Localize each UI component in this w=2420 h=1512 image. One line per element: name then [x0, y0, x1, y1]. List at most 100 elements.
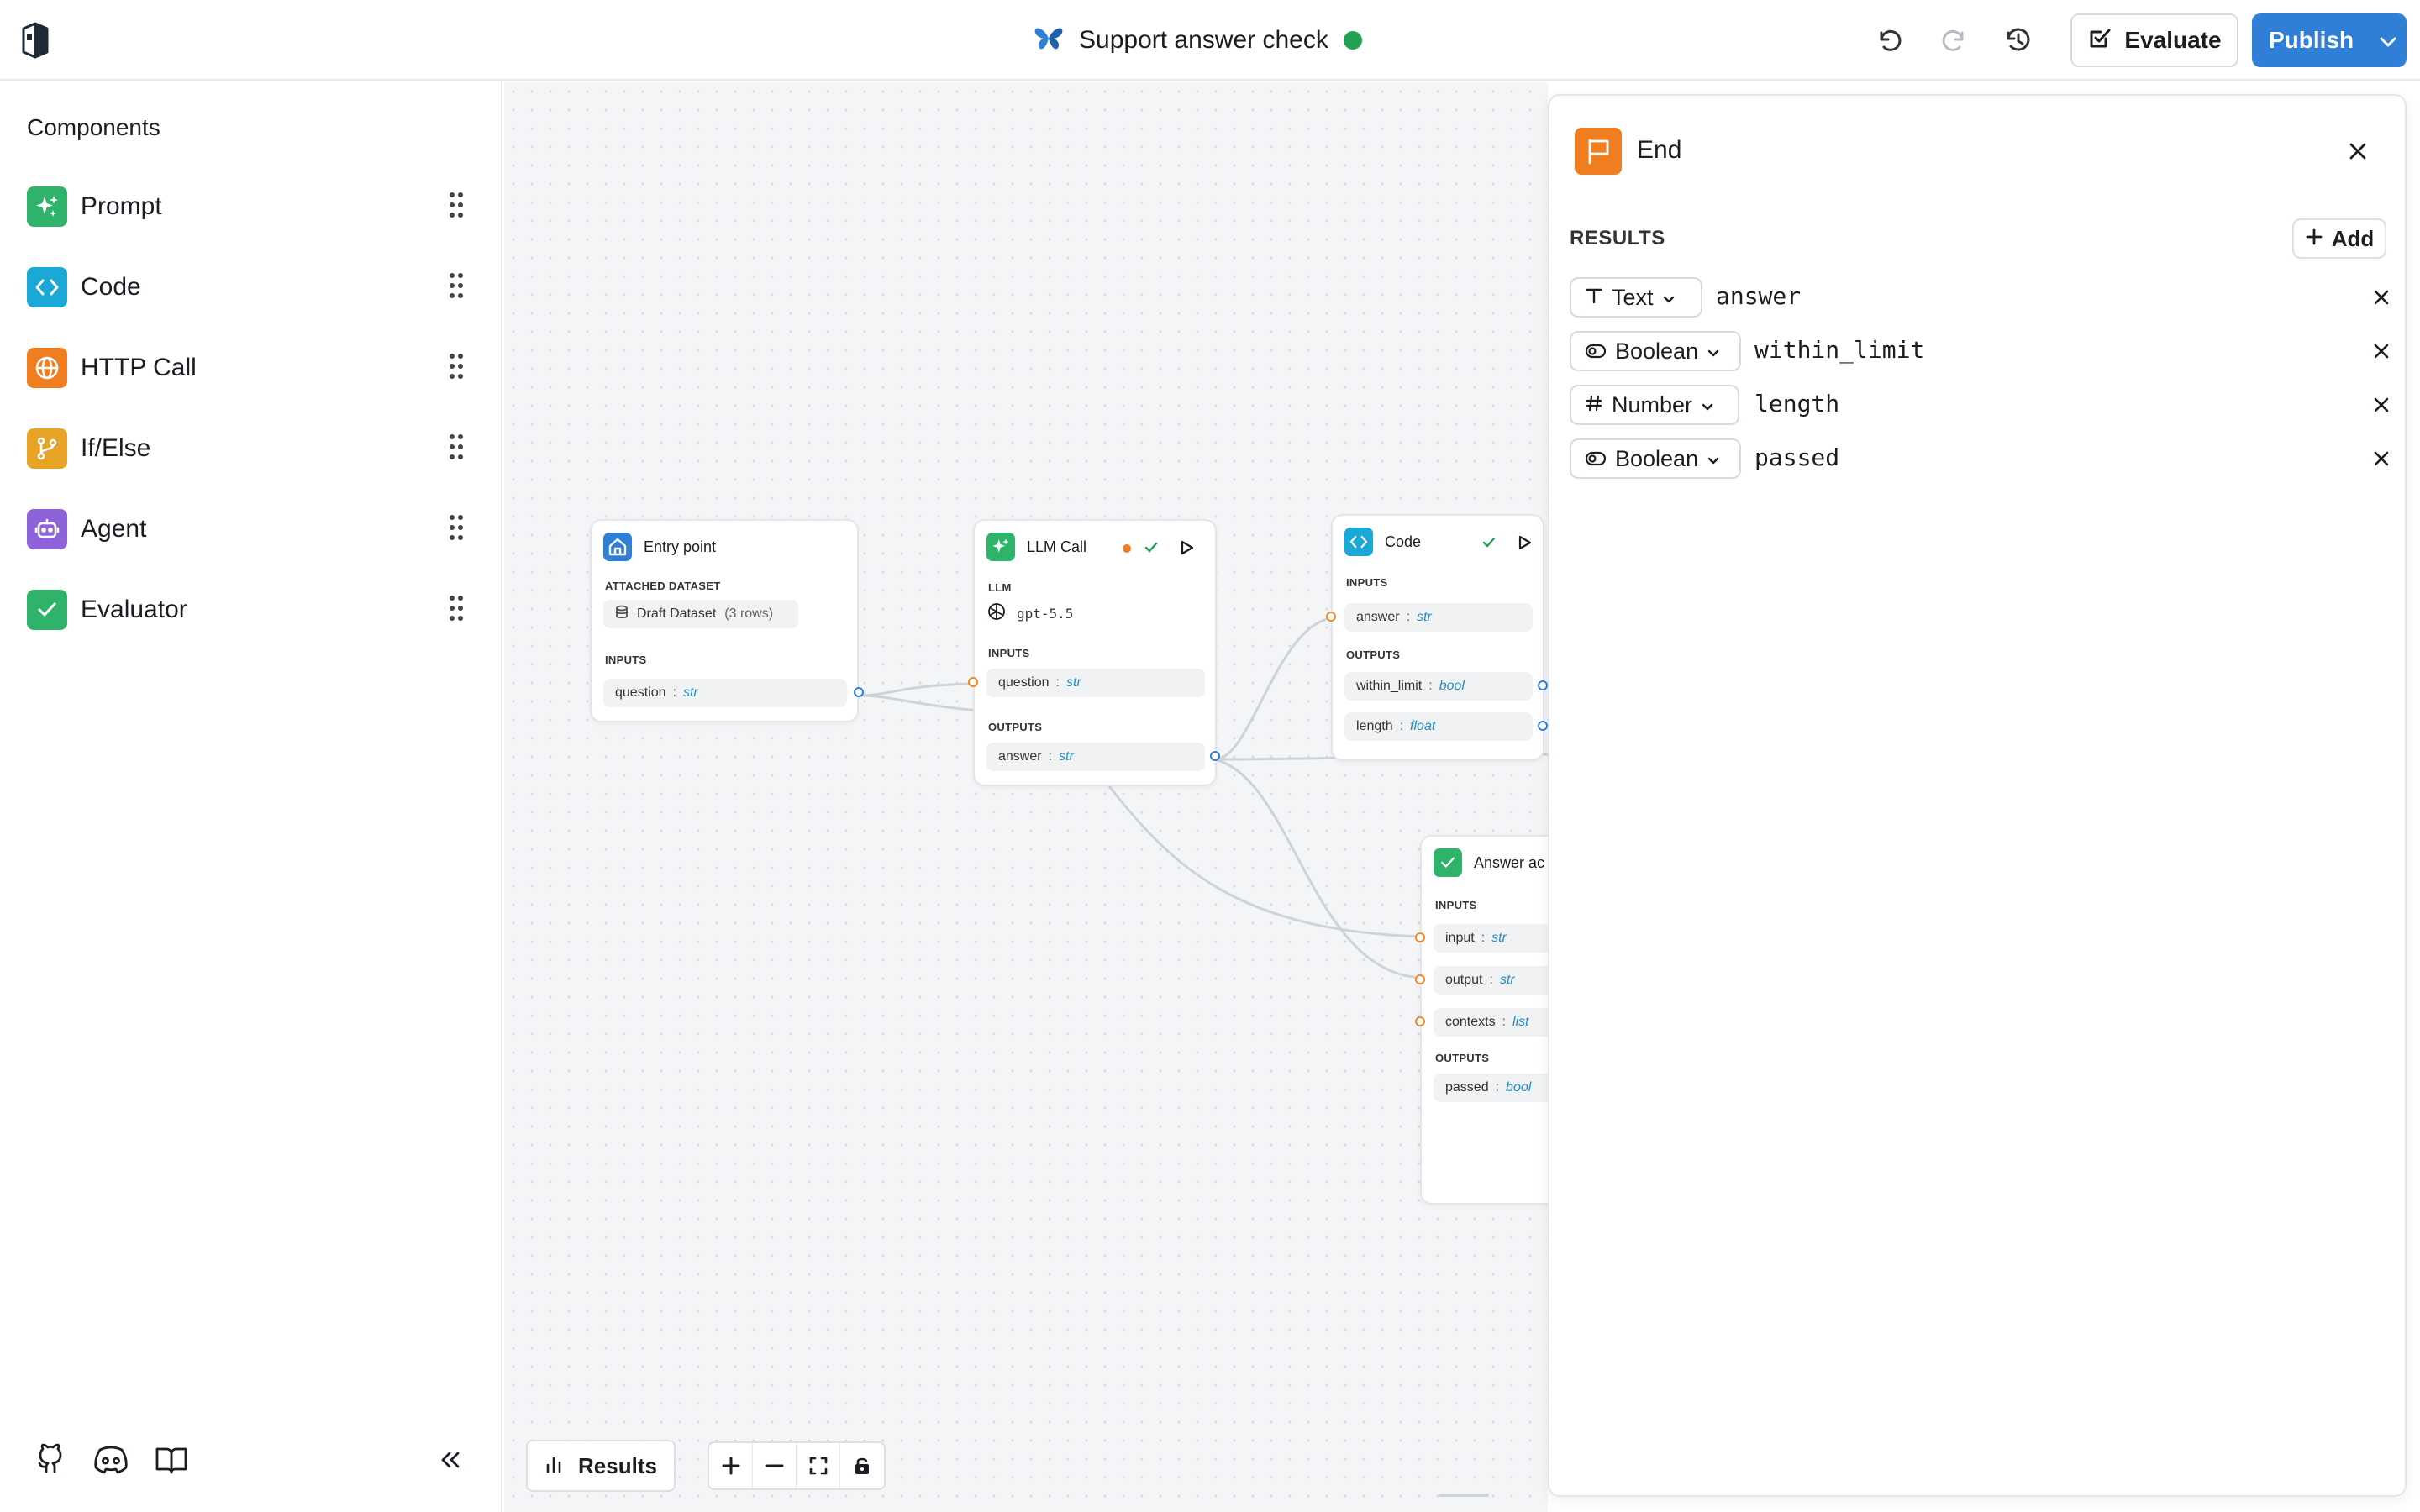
type-select[interactable]: Number: [1570, 385, 1739, 425]
history-icon[interactable]: [2002, 24, 2035, 57]
output-port[interactable]: [1538, 721, 1548, 731]
add-result-button[interactable]: Add: [2292, 218, 2386, 259]
field-name: within_limit: [1356, 679, 1423, 693]
field-row[interactable]: input: str: [1434, 924, 1548, 953]
redo-icon[interactable]: [1938, 24, 1971, 57]
drag-handle-icon[interactable]: [449, 353, 464, 380]
discord-icon[interactable]: [92, 1441, 129, 1478]
drag-handle-icon[interactable]: [449, 192, 464, 218]
result-name[interactable]: passed: [1754, 444, 1839, 471]
output-port[interactable]: [1538, 680, 1548, 690]
zoom-out-icon[interactable]: [753, 1443, 797, 1488]
chevron-down-icon: [1707, 446, 1720, 472]
component-prompt[interactable]: Prompt: [27, 185, 481, 228]
results-button[interactable]: Results: [526, 1440, 676, 1492]
edge-llm-input: [1107, 785, 1423, 938]
component-label: Prompt: [81, 192, 162, 220]
field-row[interactable]: within_limit: bool: [1344, 672, 1533, 701]
chevron-down-icon: [1701, 392, 1714, 418]
field-name: question: [998, 675, 1050, 690]
remove-result-icon[interactable]: [2368, 338, 2395, 365]
field-row[interactable]: passed: bool: [1434, 1074, 1548, 1102]
result-name[interactable]: length: [1754, 390, 1839, 417]
section-label: INPUTS: [605, 654, 647, 666]
field-row[interactable]: contexts: list: [1434, 1008, 1548, 1037]
docs-book-icon[interactable]: [153, 1441, 190, 1478]
result-row: Number length: [1570, 385, 2390, 425]
component-code[interactable]: Code: [27, 265, 481, 309]
node-code[interactable]: Code INPUTS answer: str OUTPUTS within_l…: [1326, 514, 1548, 761]
type-select[interactable]: Text: [1570, 277, 1702, 318]
github-icon[interactable]: [32, 1441, 69, 1478]
lock-icon[interactable]: [840, 1443, 884, 1488]
run-play-icon[interactable]: [1516, 534, 1533, 555]
close-icon[interactable]: [2341, 134, 2375, 168]
input-port[interactable]: [1326, 612, 1336, 622]
component-http-call[interactable]: HTTP Call: [27, 346, 481, 390]
component-if-else[interactable]: If/Else: [27, 427, 481, 470]
edge-answer-code: [1214, 616, 1337, 761]
type-label: Number: [1612, 391, 1693, 417]
node-evaluator[interactable]: Answer ac INPUTS input: str output: str …: [1415, 835, 1548, 1205]
field-type: bool: [1439, 679, 1465, 693]
node-header: Answer ac: [1434, 848, 1544, 877]
field-row[interactable]: question: str: [603, 679, 847, 707]
model-selector[interactable]: gpt-5.5: [986, 601, 1073, 626]
edge-question: [858, 682, 974, 697]
component-agent[interactable]: Agent: [27, 507, 481, 551]
field-name: output: [1445, 973, 1483, 987]
publish-button[interactable]: Publish: [2252, 13, 2407, 67]
remove-result-icon[interactable]: [2368, 391, 2395, 418]
zoom-in-icon[interactable]: [709, 1443, 753, 1488]
drag-handle-icon[interactable]: [449, 433, 464, 460]
workflow-title[interactable]: Support answer check: [1079, 26, 1328, 55]
globe-icon: [27, 348, 67, 388]
input-port[interactable]: [968, 677, 978, 687]
result-name[interactable]: answer: [1716, 282, 1801, 310]
drag-handle-icon[interactable]: [449, 595, 464, 622]
panel-resize-handle[interactable]: [1439, 1494, 1489, 1497]
field-type: list: [1512, 1015, 1529, 1029]
field-type: str: [1065, 675, 1081, 690]
toggle-icon: [1585, 446, 1607, 472]
node-header: LLM Call: [986, 533, 1086, 561]
remove-result-icon[interactable]: [2368, 445, 2395, 472]
input-port[interactable]: [1415, 932, 1425, 942]
component-evaluator[interactable]: Evaluator: [27, 588, 481, 632]
evaluate-button[interactable]: Evaluate: [2070, 13, 2238, 67]
collapse-sidebar-icon[interactable]: [432, 1441, 469, 1478]
app-logo-icon[interactable]: [17, 20, 54, 60]
input-port[interactable]: [1415, 1016, 1425, 1026]
input-port[interactable]: [1415, 974, 1425, 984]
bar-chart-icon: [544, 1453, 563, 1479]
undo-icon[interactable]: [1872, 24, 1906, 57]
result-name[interactable]: within_limit: [1754, 336, 1924, 364]
field-row[interactable]: answer: str: [986, 743, 1205, 771]
field-colon: :: [1406, 610, 1411, 624]
butterfly-icon: [1034, 26, 1064, 55]
drag-handle-icon[interactable]: [449, 272, 464, 299]
type-select[interactable]: Boolean: [1570, 438, 1741, 479]
type-select[interactable]: Boolean: [1570, 331, 1741, 371]
output-port[interactable]: [1210, 751, 1220, 761]
node-entry-point[interactable]: Entry point ATTACHED DATASET Draft Datas…: [590, 519, 864, 722]
drag-handle-icon[interactable]: [449, 514, 464, 541]
add-label: Add: [2331, 225, 2375, 251]
dataset-chip[interactable]: Draft Dataset (3 rows): [603, 600, 798, 628]
workflow-canvas[interactable]: Entry point ATTACHED DATASET Draft Datas…: [504, 82, 1548, 1512]
field-row[interactable]: answer: str: [1344, 603, 1533, 632]
result-row: Text answer: [1570, 277, 2390, 318]
field-row[interactable]: output: str: [1434, 966, 1548, 995]
fit-view-icon[interactable]: [797, 1443, 840, 1488]
output-port[interactable]: [854, 687, 864, 697]
result-row: Boolean within_limit: [1570, 331, 2390, 371]
remove-result-icon[interactable]: [2368, 284, 2395, 311]
end-node-panel: End RESULTS Add Text answer Boolean with…: [1548, 94, 2407, 1497]
field-row[interactable]: question: str: [986, 669, 1205, 697]
node-llm-call[interactable]: LLM Call LLM gpt-5.5 INPUTS question: st…: [968, 519, 1220, 786]
check-icon: [27, 590, 67, 630]
field-row[interactable]: length: float: [1344, 712, 1533, 741]
database-icon: [615, 605, 629, 624]
run-play-icon[interactable]: [1178, 539, 1195, 560]
chevron-down-icon[interactable]: [2379, 27, 2397, 54]
